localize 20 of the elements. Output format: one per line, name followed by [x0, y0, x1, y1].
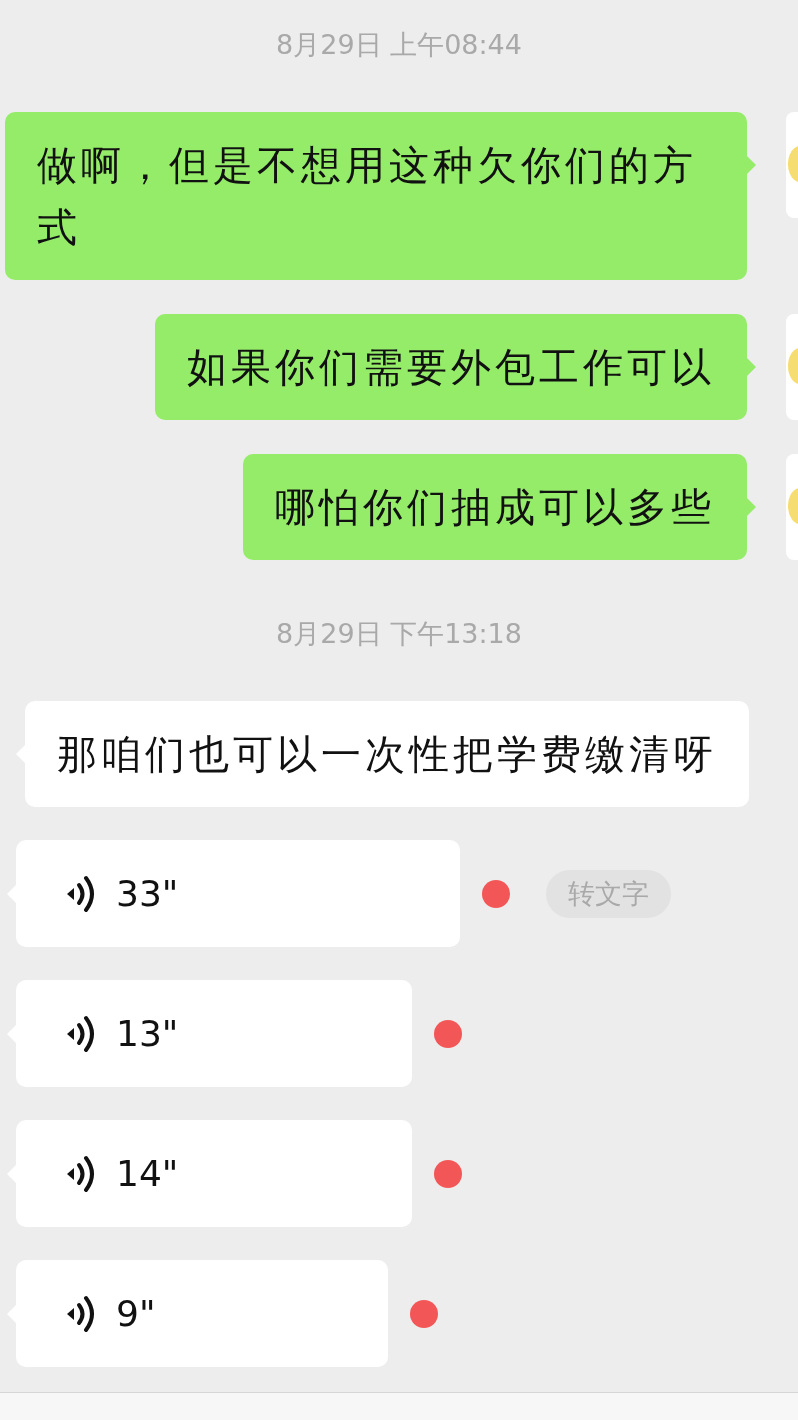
- sent-message: 哪怕你们抽成可以多些: [243, 454, 747, 560]
- voice-message[interactable]: 9": [16, 1260, 388, 1367]
- bubble-tail: [747, 156, 756, 174]
- voice-duration: 33": [116, 873, 179, 914]
- voice-message[interactable]: 13": [16, 980, 412, 1087]
- received-message: 那咱们也可以一次性把学费缴清呀: [25, 701, 749, 807]
- sent-message: 做啊，但是不想用这种欠你们的方式: [5, 112, 747, 280]
- voice-duration: 14": [116, 1153, 179, 1194]
- sent-message: 如果你们需要外包工作可以: [155, 314, 747, 420]
- bubble-tail: [747, 498, 756, 516]
- avatar[interactable]: [786, 112, 798, 218]
- voice-message[interactable]: 33": [16, 840, 460, 947]
- avatar[interactable]: [786, 454, 798, 560]
- bubble-tail: [747, 358, 756, 376]
- timestamp: 8月29日 下午13:18: [276, 617, 522, 651]
- voice-message[interactable]: 14": [16, 1120, 412, 1227]
- voice-duration: 13": [116, 1013, 179, 1054]
- avatar[interactable]: [786, 314, 798, 420]
- voice-duration: 9": [116, 1293, 156, 1334]
- timestamp: 8月29日 上午08:44: [276, 28, 522, 62]
